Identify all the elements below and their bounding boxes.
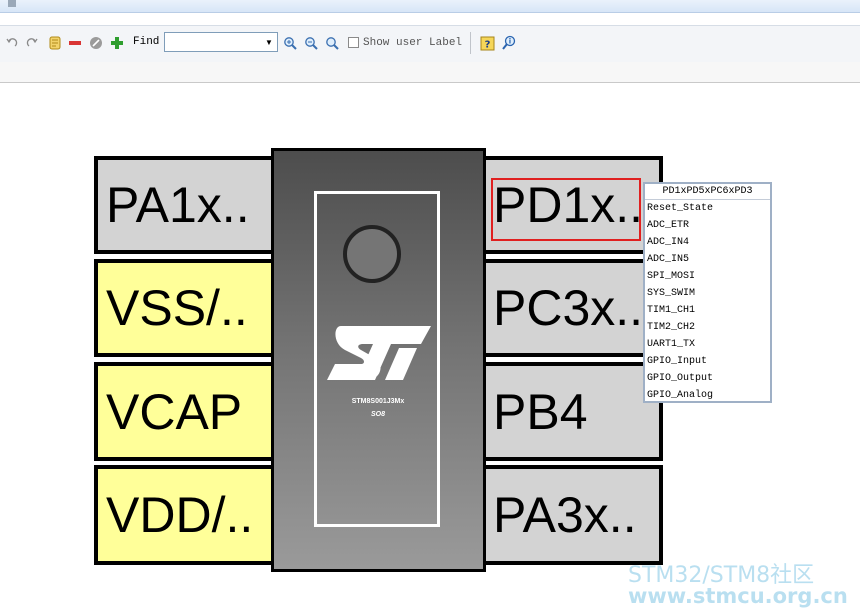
chip-package: SO8 [370,411,385,418]
pin-label: PA3x.. [493,487,637,543]
menu-item-label: GPIO_Output [647,373,714,384]
pin-right-6[interactable]: PB4 [481,362,663,461]
menu-item-uart1-tx[interactable]: UART1_TX [645,336,770,353]
menu-item-gpio-analog[interactable]: GPIO_Analog [645,387,770,404]
menu-item-sys-swim[interactable]: SYS_SWIM [645,285,770,302]
redo-icon[interactable] [25,36,39,50]
menu-item-adc-in4[interactable]: ADC_IN4 [645,234,770,251]
pin-right-5[interactable]: PA3x.. [481,465,663,565]
menu-item-label: TIM1_CH1 [647,305,696,316]
pin-function-menu: PD1xPD5xPC6xPD3 Reset_State ADC_ETR ADC_… [643,182,772,403]
pin-right-7[interactable]: PC3x.. [481,259,663,357]
zoom-in-icon[interactable] [282,35,298,51]
st-logo [327,326,431,380]
pin-left-4[interactable]: VDD/.. [94,465,276,565]
svg-text:?: ? [484,39,490,50]
find-combobox[interactable]: ▼ [164,32,278,53]
menu-item-gpio-output[interactable]: GPIO_Output [645,370,770,387]
menu-item-tim2-ch2[interactable]: TIM2_CH2 [645,319,770,336]
zoom-out-icon[interactable] [303,35,319,51]
chevron-down-icon[interactable]: ▼ [261,33,277,51]
chip-part-number: STM8S001J3Mx [351,398,405,405]
pin-label: PB4 [493,383,588,440]
tab-fragment [8,0,16,7]
show-user-label-text: Show user Label [363,37,463,49]
pin-left-1[interactable]: PA1x.. [94,156,276,254]
menu-item-label: UART1_TX [647,339,696,350]
selected-pin-highlight [491,178,641,241]
show-user-label-checkbox[interactable] [348,37,359,48]
info-search-icon[interactable]: i [500,34,518,52]
help-icon[interactable]: ? [478,34,496,52]
menu-item-label: ADC_IN5 [647,254,690,265]
menu-item-label: ADC_ETR [647,220,690,231]
plus-icon[interactable] [109,35,125,51]
menu-item-adc-etr[interactable]: ADC_ETR [645,217,770,234]
find-label: Find [133,36,160,48]
undo-icon[interactable] [5,36,19,50]
svg-text:i: i [509,38,511,46]
pin-label: VCAP [106,383,243,440]
menu-item-label: GPIO_Input [647,356,708,367]
menu-item-tim1-ch1[interactable]: TIM1_CH1 [645,302,770,319]
minus-icon[interactable] [67,35,83,51]
toolbar-separator [470,32,471,54]
pin-label: PC3x.. [493,280,644,336]
toolbar-lower-bar [0,62,860,83]
window-top-strip [0,0,860,13]
watermark-line2: www.stmcu.org.cn [628,584,848,608]
pin-left-3[interactable]: VCAP [94,362,276,461]
zoom-fit-icon[interactable] [324,35,340,51]
menu-item-spi-mosi[interactable]: SPI_MOSI [645,268,770,285]
find-input[interactable] [167,35,263,53]
menu-item-label: Reset_State [647,203,714,214]
pin-label: VDD/.. [106,487,254,543]
pin-left-2[interactable]: VSS/.. [94,259,276,357]
reset-icon[interactable] [88,35,104,51]
menu-item-label: GPIO_Analog [647,390,714,401]
pin-label: VSS/.. [106,280,248,336]
menu-item-label: SPI_MOSI [647,271,696,282]
menu-item-label: TIM2_CH2 [647,322,696,333]
menu-item-label: ADC_IN4 [647,237,690,248]
menu-item-reset-state[interactable]: Reset_State [645,200,770,217]
pin1-marker [343,225,401,283]
menu-title: PD1xPD5xPC6xPD3 [645,184,770,200]
menu-item-gpio-input[interactable]: GPIO_Input [645,353,770,370]
menu-item-adc-in5[interactable]: ADC_IN5 [645,251,770,268]
pin-label: PA1x.. [106,177,250,233]
scroll-icon[interactable] [46,34,64,52]
menu-item-label: SYS_SWIM [647,288,696,299]
